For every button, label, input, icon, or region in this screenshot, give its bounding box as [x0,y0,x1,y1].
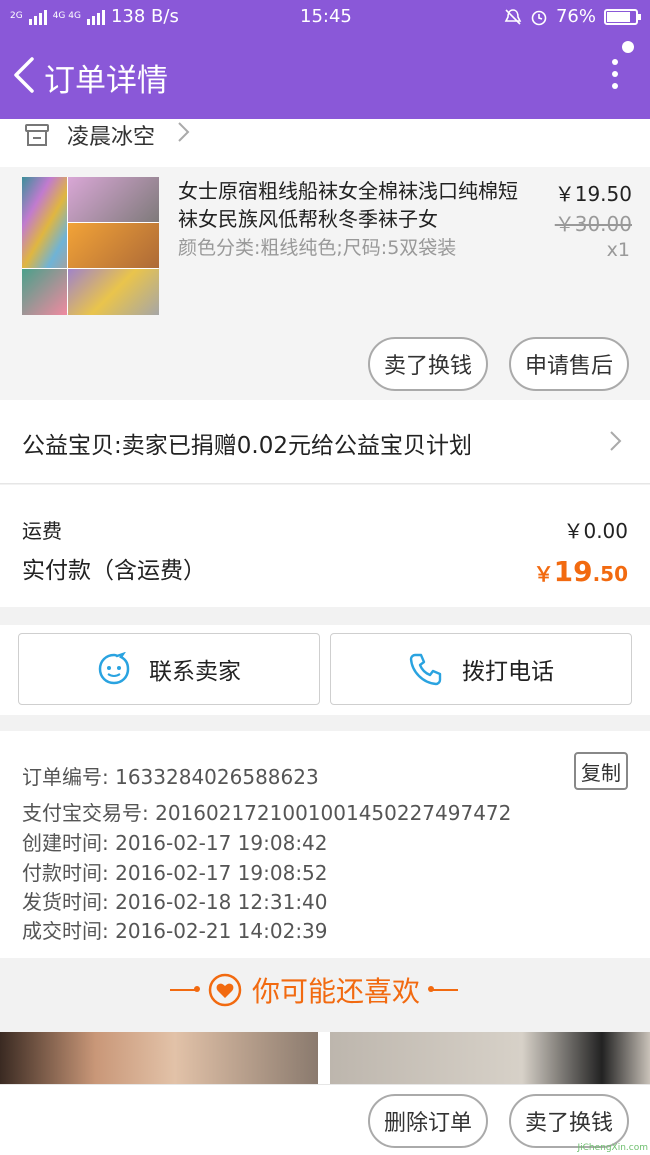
notification-dot [622,41,634,53]
copy-button[interactable]: 复制 [574,752,628,790]
sell-for-cash-button-bottom[interactable]: 卖了换钱 [509,1094,629,1148]
order-info: 订单编号: 1633284026588623 复制 支付宝交易号: 201602… [0,731,650,958]
heart-icon [208,973,242,1007]
shipping-label: 运费 [22,519,62,543]
completed-time: 成交时间: 2016-02-21 14:02:39 [22,919,328,943]
created-time: 创建时间: 2016-02-17 19:08:42 [22,831,328,855]
status-bar: 2G 4G 4G 138 B/s 15:45 76% [0,0,650,33]
paid-label: 实付款（含运费） [22,558,206,584]
mute-icon [504,8,522,25]
battery-percent: 76% [555,6,596,27]
payment-summary: 运费 ￥0.00 实付款（含运费） ￥19.50 [0,485,650,607]
chevron-right-icon [610,431,622,451]
page-title: 订单详情 [44,63,168,99]
chat-bubble-icon [98,652,130,685]
shipping-value: ￥0.00 [563,519,628,543]
product-thumbnail[interactable] [22,177,159,315]
shop-row[interactable]: 凌晨冰空 [0,119,650,167]
phone-icon [409,653,442,686]
divider-left [170,986,200,992]
paid-decimal: .50 [592,562,628,586]
more-menu-icon[interactable] [612,59,620,95]
recommend-grid [0,1032,650,1084]
product-quantity: x1 [606,239,630,261]
call-phone-label: 拨打电话 [462,659,554,685]
paid-time: 付款时间: 2016-02-17 19:08:52 [22,861,328,885]
sell-for-cash-button[interactable]: 卖了换钱 [368,337,488,391]
battery-icon [604,8,641,25]
contact-seller-label: 联系卖家 [149,659,241,685]
contact-bar: 联系卖家 拨打电话 [0,625,650,715]
divider-right [428,986,459,992]
paid-amount: ￥19.50 [534,555,628,588]
original-price: ￥30.00 [554,212,632,236]
paid-currency: ￥ [533,562,554,586]
order-number: 订单编号: 1633284026588623 [22,765,319,789]
recommend-item-image[interactable] [330,1032,650,1084]
shop-name[interactable]: 凌晨冰空 [67,119,155,151]
chevron-right-icon [178,122,190,142]
shop-icon [25,124,49,146]
bottom-action-bar: 删除订单 卖了换钱 JiChengXin.com [0,1084,650,1155]
paid-integer: 19 [553,555,593,588]
alipay-trade-number: 支付宝交易号: 2016021721001001450227497472 [22,801,512,825]
header-bar: 订单详情 [0,33,650,119]
charity-row[interactable]: 公益宝贝:卖家已捐赠0.02元给公益宝贝计划 [0,400,650,484]
signal-icon-2 [86,9,105,25]
after-sales-button[interactable]: 申请售后 [509,337,629,391]
network-type-2: 4G 4G [52,11,81,21]
product-item[interactable]: 女士原宿粗线船袜女全棉袜浅口纯棉短袜女民族风低帮秋冬季袜子女 颜色分类:粗线纯色… [0,167,650,400]
clock: 15:45 [300,6,352,27]
recommend-item-image[interactable] [0,1032,318,1084]
network-speed: 138 B/s [110,6,179,27]
charity-text: 公益宝贝:卖家已捐赠0.02元给公益宝贝计划 [22,433,472,459]
call-phone-button[interactable]: 拨打电话 [330,633,632,705]
product-spec: 颜色分类:粗线纯色;尺码:5双袋装 [178,237,457,259]
signal-icon [28,9,47,25]
recommend-title: 你可能还喜欢 [252,975,421,1008]
product-price: ￥19.50 [554,182,632,206]
network-type: 2G [10,11,23,21]
watermark: JiChengXin.com [577,1143,648,1153]
product-title[interactable]: 女士原宿粗线船袜女全棉袜浅口纯棉短袜女民族风低帮秋冬季袜子女 [178,177,518,233]
contact-seller-button[interactable]: 联系卖家 [18,633,320,705]
alarm-icon [531,10,547,25]
shipped-time: 发货时间: 2016-02-18 12:31:40 [22,890,328,914]
back-arrow-icon[interactable] [10,55,40,95]
recommend-header: 你可能还喜欢 [0,958,650,1032]
delete-order-button[interactable]: 删除订单 [368,1094,488,1148]
